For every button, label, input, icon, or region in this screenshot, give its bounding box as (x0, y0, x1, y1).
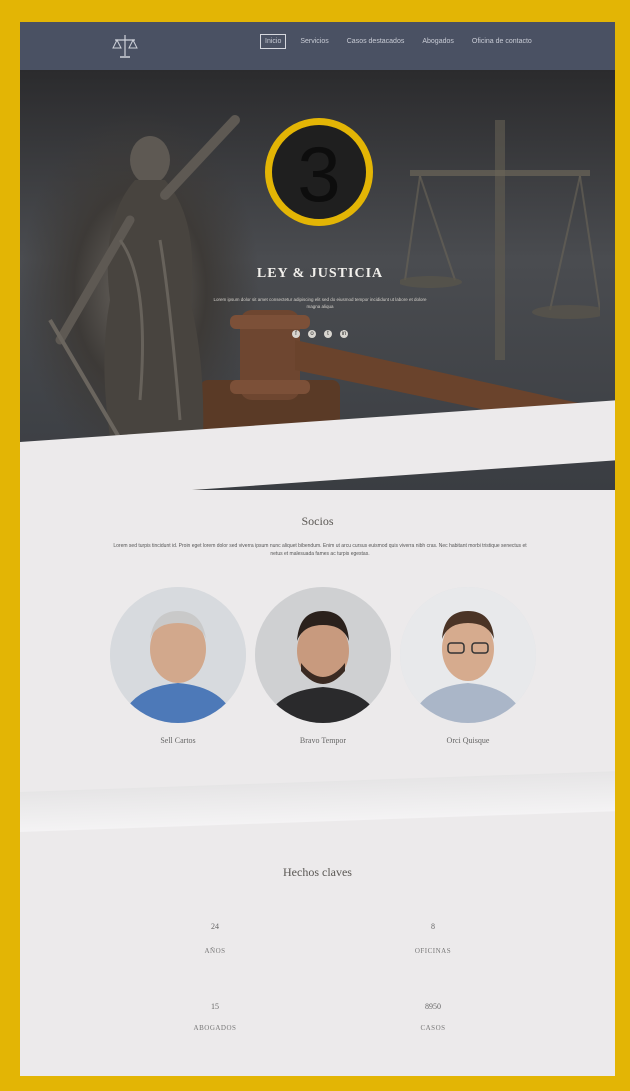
menu-item-abogados[interactable]: Abogados (418, 35, 458, 48)
partner-name-3: Orci Quisque (446, 736, 490, 745)
partner-photo-2[interactable] (255, 587, 391, 723)
partner-avatar-icon (255, 587, 391, 723)
fact-label-years: AÑOS (204, 947, 226, 955)
partner-photo-3[interactable] (400, 587, 536, 723)
social-links: f o t in (292, 330, 348, 338)
partner-avatar-icon (400, 587, 536, 723)
linkedin-icon[interactable]: in (340, 330, 348, 338)
partner-name-2: Bravo Tempor (299, 736, 347, 745)
menu-item-inicio[interactable]: Inicio (260, 34, 287, 49)
step-number-badge: 3 (265, 118, 373, 226)
hechos-title: Hechos claves (283, 865, 352, 879)
fact-label-lawyers: ABOGADOS (193, 1024, 237, 1032)
facebook-icon[interactable]: f (292, 330, 300, 338)
fact-number-offices: 8 (431, 922, 435, 931)
fact-label-offices: OFICINAS (414, 947, 452, 955)
fact-number-years: 24 (211, 922, 219, 931)
socios-title: Socios (301, 514, 334, 528)
step-number: 3 (297, 130, 341, 218)
partner-name-1: Sell Cartos (160, 736, 196, 745)
menu-item-servicios[interactable]: Servicios (296, 35, 332, 48)
section-divider (20, 771, 615, 832)
twitter-icon[interactable]: t (324, 330, 332, 338)
main-menu: Inicio Servicios Casos destacados Abogad… (260, 34, 536, 49)
socios-description: Lorem sed turpis tincidunt id. Proin ege… (113, 543, 527, 557)
hero-subtitle: Lorem ipsum dolor sit amet consectetur a… (213, 297, 427, 309)
partner-avatar-icon (110, 587, 246, 723)
fact-label-cases: CASOS (420, 1024, 446, 1032)
fact-number-cases: 8950 (425, 1002, 441, 1011)
hero-title: LEY & JUSTICIA (256, 266, 384, 281)
fact-number-lawyers: 15 (211, 1002, 219, 1011)
website-page: Inicio Servicios Casos destacados Abogad… (20, 22, 615, 1076)
top-navigation: Inicio Servicios Casos destacados Abogad… (20, 22, 615, 70)
menu-item-casos[interactable]: Casos destacados (343, 35, 409, 48)
partner-photo-1[interactable] (110, 587, 246, 723)
instagram-icon[interactable]: o (308, 330, 316, 338)
scales-logo-icon[interactable] (112, 32, 138, 60)
menu-item-contacto[interactable]: Oficina de contacto (468, 35, 536, 48)
